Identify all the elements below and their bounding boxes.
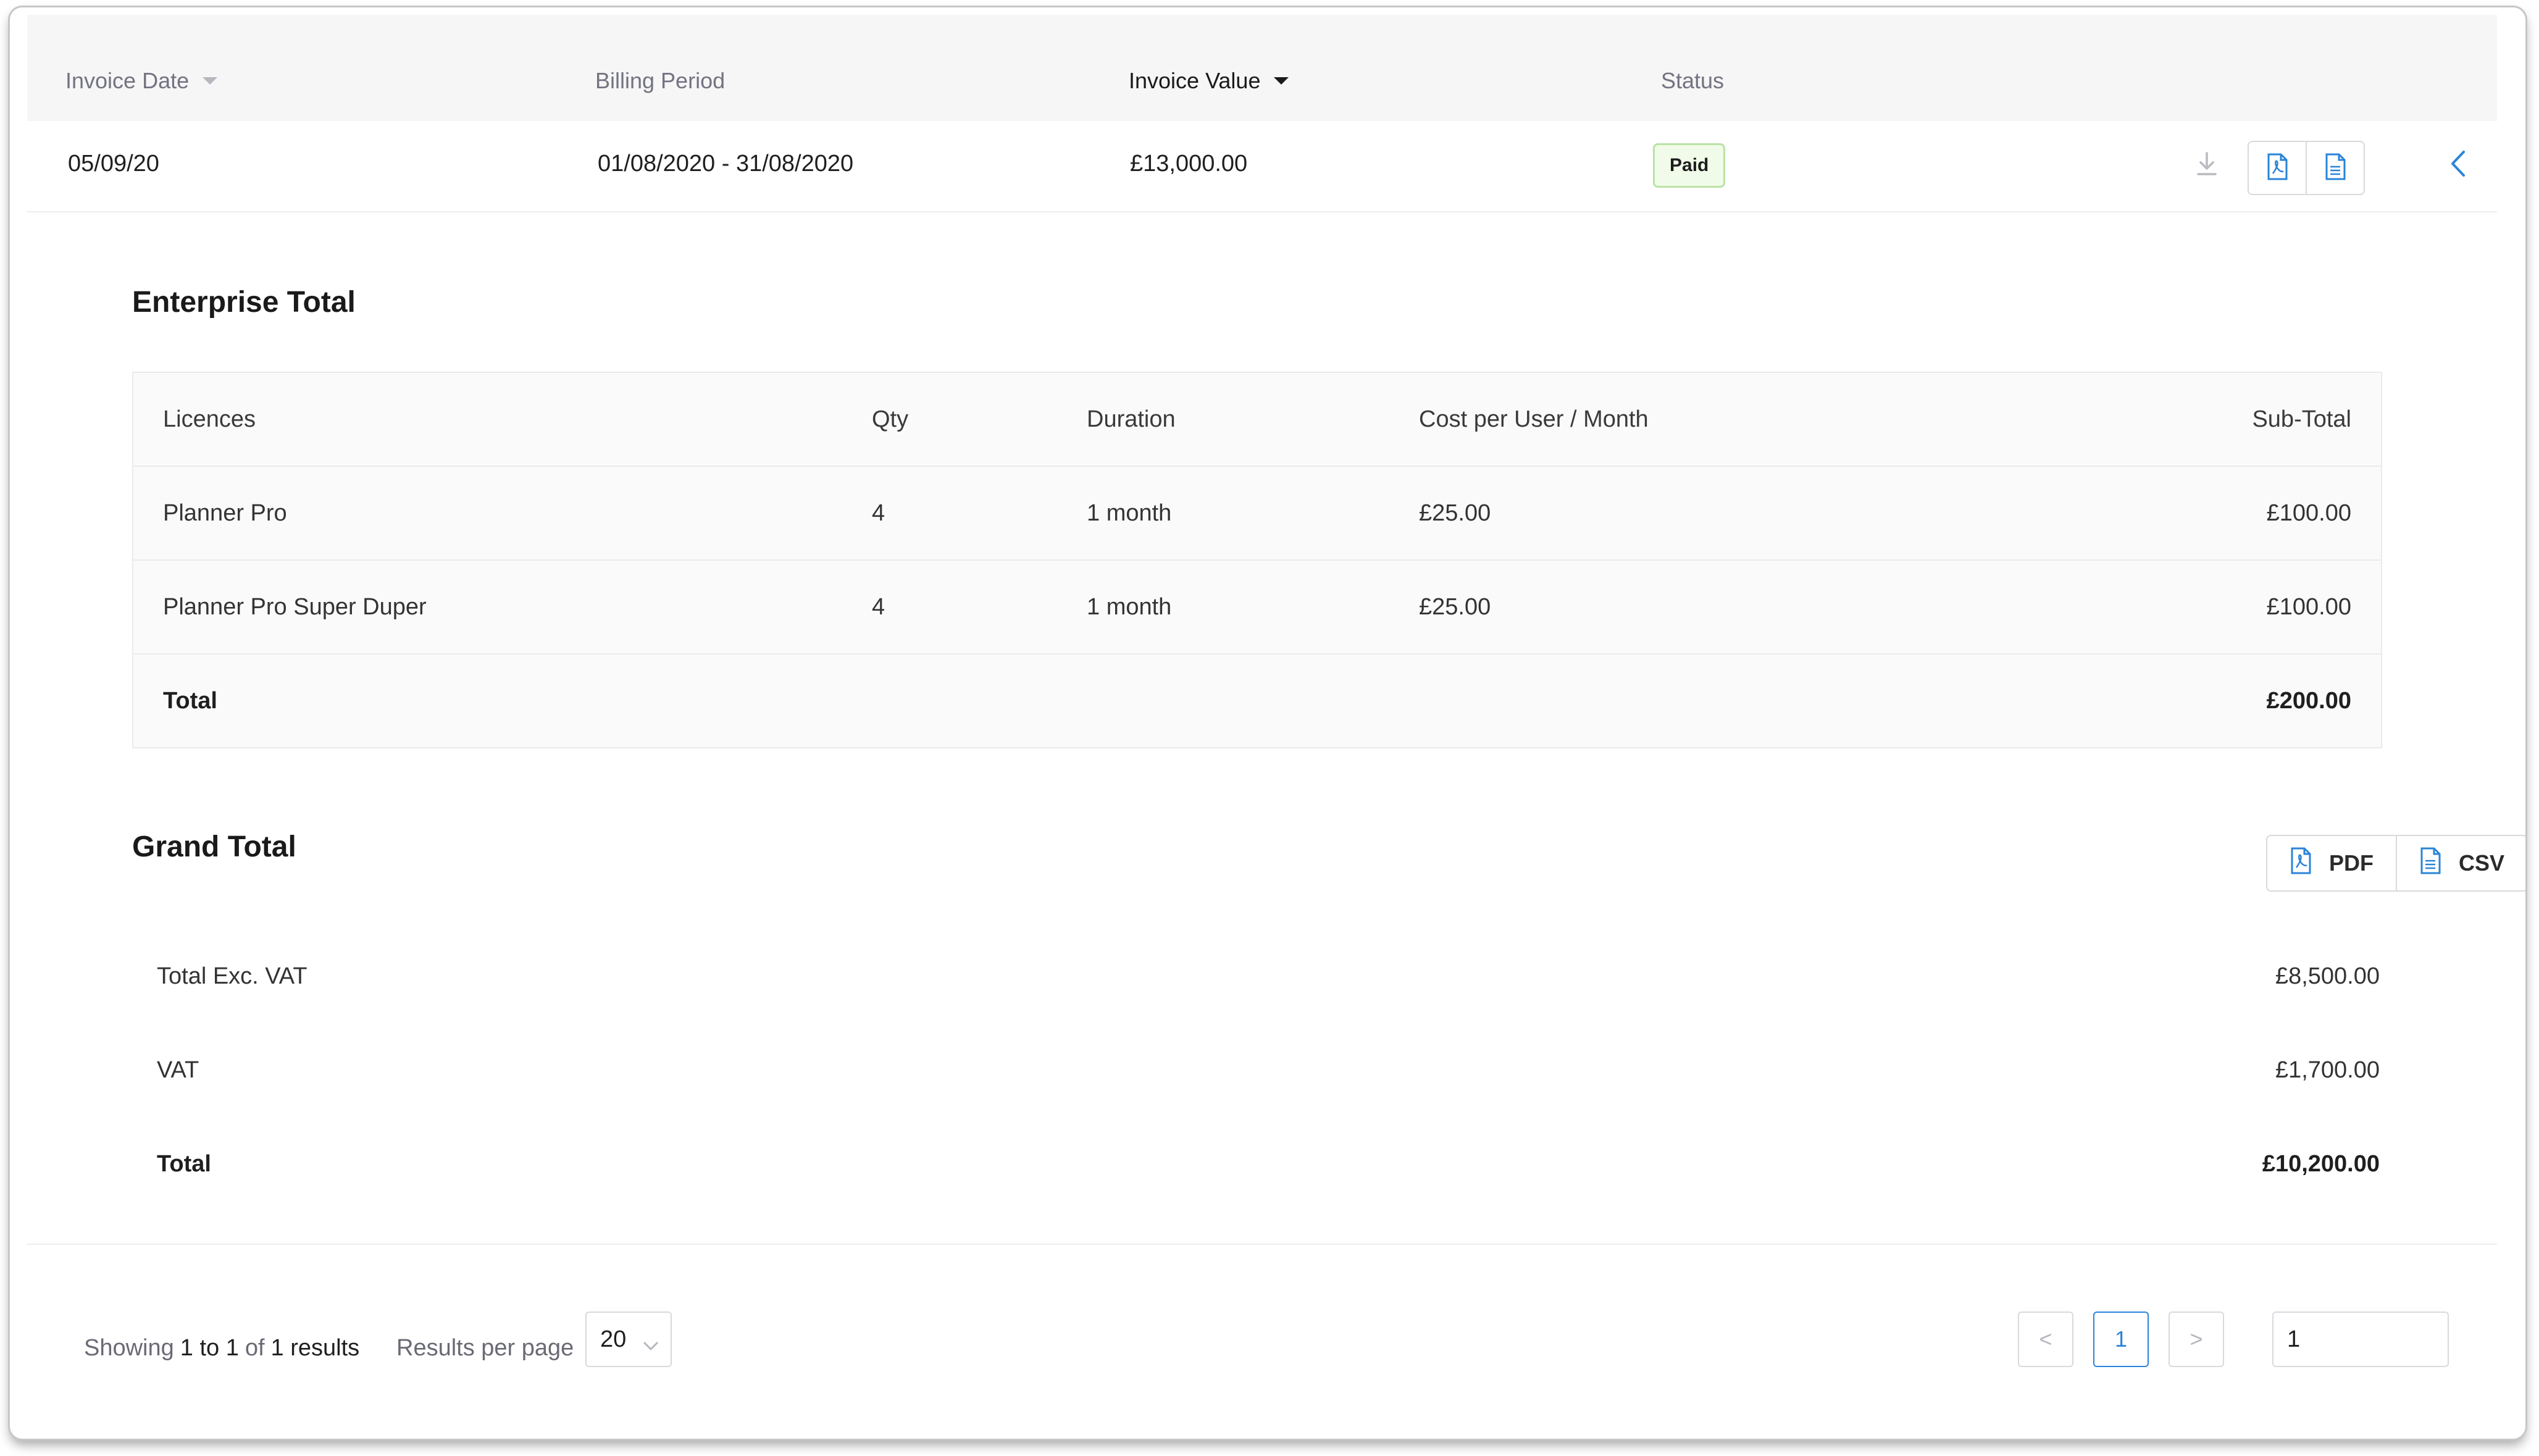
total-value: £200.00 [2266, 688, 2351, 714]
csv-file-icon [2324, 153, 2346, 183]
invoice-date: 05/09/20 [68, 151, 159, 177]
invoice-row[interactable]: 05/09/20 01/08/2020 - 31/08/2020 £13,000… [27, 121, 2497, 212]
download-icon[interactable] [2194, 151, 2219, 181]
grand-total-value: £1,700.00 [2275, 1057, 2380, 1083]
chevron-down-icon [642, 1333, 659, 1359]
export-pdf-label: PDF [2329, 850, 2374, 876]
billing-period: 01/08/2020 - 31/08/2020 [598, 151, 854, 177]
invoice-value: £13,000.00 [1130, 151, 1248, 177]
column-status[interactable]: Status [1661, 68, 1724, 94]
column-invoice-value[interactable]: Invoice Value [1129, 68, 1289, 94]
licence-subtotal: £100.00 [2266, 594, 2351, 620]
sort-caret-icon [1274, 77, 1289, 85]
pdf-file-icon [2266, 153, 2288, 183]
total-label: Total [163, 688, 217, 714]
next-page-button[interactable]: > [2169, 1312, 2224, 1367]
grand-total-label: Total Exc. VAT [157, 963, 307, 989]
licence-cost: £25.00 [1419, 594, 1491, 620]
row-pdf-button[interactable] [2249, 142, 2306, 194]
export-csv-button[interactable]: CSV [2396, 836, 2525, 890]
licence-name: Planner Pro Super Duper [163, 594, 427, 620]
invoice-table: Invoice Date Billing Period Invoice Valu… [27, 15, 2525, 1245]
page-1-button[interactable]: 1 [2093, 1312, 2149, 1367]
grand-total-row: Total £10,200.00 [157, 1118, 2380, 1210]
results-showing-label: Showing [84, 1335, 174, 1361]
licence-subtotal: £100.00 [2266, 500, 2351, 526]
results-per-page-value: 20 [600, 1326, 627, 1352]
licence-duration: 1 month [1087, 594, 1172, 620]
csv-file-icon [2419, 847, 2441, 880]
results-per-page-label: Results per page [396, 1335, 574, 1361]
column-label: Billing Period [595, 68, 726, 93]
results-per-page-select[interactable]: 20 [585, 1312, 672, 1367]
row-export-buttons [2248, 141, 2365, 195]
licences-total-row: Total £200.00 [133, 655, 2381, 747]
row-csv-button[interactable] [2306, 142, 2364, 194]
export-buttons: PDF CSV [2266, 835, 2525, 892]
column-label: Invoice Value [1129, 68, 1261, 93]
results-count: 1 results [270, 1335, 360, 1361]
table-row: Planner Pro Super Duper 4 1 month £25.00… [133, 561, 2381, 655]
export-csv-label: CSV [2459, 850, 2505, 876]
header-subtotal: Sub-Total [2252, 406, 2351, 432]
licence-duration: 1 month [1087, 500, 1172, 526]
column-label: Invoice Date [65, 68, 190, 93]
grand-total-title: Grand Total [132, 831, 296, 863]
collapse-chevron-left-icon[interactable] [2448, 148, 2470, 182]
licence-name: Planner Pro [163, 500, 287, 526]
licence-cost: £25.00 [1419, 500, 1491, 526]
grand-total-value: £8,500.00 [2275, 963, 2380, 989]
column-label: Status [1661, 68, 1725, 93]
prev-page-button[interactable]: < [2018, 1312, 2073, 1367]
licences-table-header: Licences Qty Duration Cost per User / Mo… [133, 373, 2381, 467]
column-invoice-date[interactable]: Invoice Date [65, 68, 218, 94]
licence-qty: 4 [872, 594, 885, 620]
results-of-label: of [245, 1335, 265, 1361]
export-pdf-button[interactable]: PDF [2267, 836, 2396, 890]
sort-caret-icon [203, 77, 218, 85]
header-licences: Licences [163, 406, 256, 432]
results-range: 1 to 1 [180, 1335, 239, 1361]
status-badge: Paid [1653, 143, 1726, 188]
go-to-page-input[interactable] [2272, 1312, 2449, 1367]
results-summary: Showing 1 to 1 of 1 results [84, 1335, 359, 1362]
grand-total-label: VAT [157, 1057, 199, 1083]
invoice-details: Enterprise Total Licences Qty Duration C… [27, 212, 2525, 1245]
grand-total-row: Total Exc. VAT £8,500.00 [157, 930, 2380, 1023]
app-window: Invoice Date Billing Period Invoice Valu… [10, 7, 2525, 1439]
header-qty: Qty [872, 406, 909, 432]
grand-total-label: Total [157, 1151, 211, 1177]
grand-total-row: VAT £1,700.00 [157, 1024, 2380, 1116]
column-billing-period[interactable]: Billing Period [595, 68, 725, 94]
pdf-file-icon [2290, 847, 2312, 880]
pagination-footer: Showing 1 to 1 of 1 results Results per … [27, 1246, 2497, 1431]
grand-total-value: £10,200.00 [2262, 1151, 2380, 1177]
table-row: Planner Pro 4 1 month £25.00 £100.00 [133, 467, 2381, 561]
header-cost: Cost per User / Month [1419, 406, 1649, 432]
licence-qty: 4 [872, 500, 885, 526]
header-duration: Duration [1087, 406, 1176, 432]
table-header: Invoice Date Billing Period Invoice Valu… [27, 15, 2497, 122]
licences-table: Licences Qty Duration Cost per User / Mo… [132, 372, 2382, 748]
enterprise-total-title: Enterprise Total [132, 286, 356, 319]
